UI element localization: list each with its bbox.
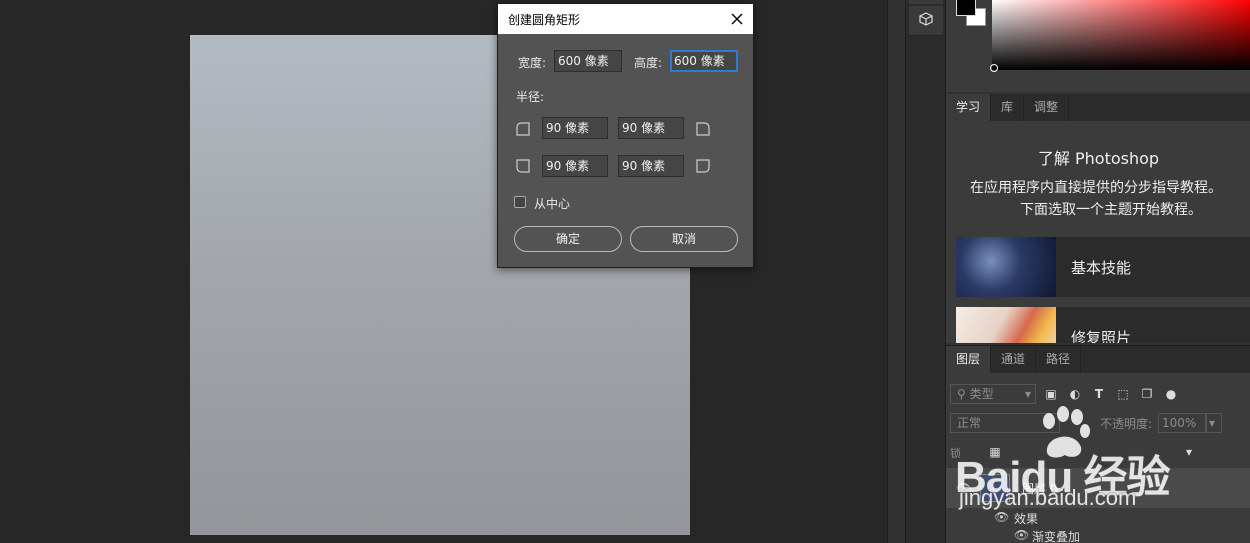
cube-icon <box>919 12 933 29</box>
effects-label: 效果 <box>1014 512 1039 526</box>
top-left-corner-icon <box>516 122 530 136</box>
color-panel <box>946 0 1250 92</box>
3d-panel-button[interactable] <box>909 6 943 36</box>
layer-name[interactable]: 图层 0 <box>1022 480 1057 497</box>
tutorial-card-basic-skills[interactable]: 基本技能 <box>956 237 1250 297</box>
radius-label: 半径: <box>516 90 545 104</box>
color-picker-cursor[interactable] <box>990 64 998 72</box>
smart-object-filter-icon[interactable]: ❐ <box>1138 385 1156 403</box>
close-icon <box>731 13 743 25</box>
foreground-color-swatch[interactable] <box>956 0 976 16</box>
layer-filter-row: ⚲ 类型 ▾ ▣ ◐ T ⬚ ❐ ● <box>950 383 1246 405</box>
ok-button[interactable]: 确定 <box>514 226 622 252</box>
filter-toggle-icon[interactable]: ● <box>1162 385 1180 403</box>
tutorial-card-fix-photo[interactable]: 修复照片 <box>956 307 1250 343</box>
layers-panel-body: ⚲ 类型 ▾ ▣ ◐ T ⬚ ❐ ● 正常 不透明度: 100% ▾ 锁 ▦ ▾… <box>946 373 1250 543</box>
tutorial-label: 修复照片 <box>1071 329 1132 343</box>
from-center-checkbox[interactable] <box>514 196 526 208</box>
layers-panel-tabs: 图层 通道 路径 <box>946 345 1250 373</box>
chevron-down-icon: ▾ <box>1024 387 1031 401</box>
blend-mode-select[interactable]: 正常 <box>950 413 1060 433</box>
tutorial-thumbnail <box>956 307 1056 343</box>
blend-row: 正常 不透明度: 100% ▾ <box>950 413 1246 433</box>
radius-top-right-field[interactable]: 90 像素 <box>618 117 684 139</box>
learn-panel-body: 了解 Photoshop 在应用程序内直接提供的分步指导教程。 下面选取一个主题… <box>946 121 1250 343</box>
dock-separator <box>909 0 943 4</box>
chevron-down-icon: ▾ <box>1209 416 1216 430</box>
learn-description: 在应用程序内直接提供的分步指导教程。 <box>970 180 1222 196</box>
create-rounded-rectangle-dialog: 创建圆角矩形 宽度: 600 像素 高度: 600 像素 半径: 90 像素 9… <box>497 3 754 268</box>
height-field[interactable]: 600 像素 <box>670 50 738 72</box>
layer-row[interactable]: 👁 图层 0 <box>946 468 1250 508</box>
width-label: 宽度: <box>518 56 547 70</box>
height-label: 高度: <box>634 56 663 70</box>
panel-collapse-strip[interactable] <box>887 0 905 543</box>
lock-transparent-icon[interactable]: ▦ <box>986 443 1004 461</box>
bottom-right-corner-icon <box>696 159 710 173</box>
adjustment-layer-filter-icon[interactable]: ◐ <box>1066 385 1084 403</box>
type-layer-filter-icon[interactable]: T <box>1090 385 1108 403</box>
top-right-corner-icon <box>696 122 710 136</box>
from-center-label: 从中心 <box>534 197 571 211</box>
fill-lock-icon[interactable]: ▾ <box>1180 443 1198 461</box>
tab-channels[interactable]: 通道 <box>991 346 1037 373</box>
layer-filter-kind-select[interactable]: ⚲ 类型 ▾ <box>950 384 1036 404</box>
search-icon: ⚲ <box>957 387 966 401</box>
radius-bottom-left-field[interactable]: 90 像素 <box>542 155 608 177</box>
layer-thumbnail <box>980 474 1010 502</box>
tab-layers[interactable]: 图层 <box>946 346 992 373</box>
opacity-value: 100% <box>1162 416 1197 430</box>
radius-top-left-field[interactable]: 90 像素 <box>542 117 608 139</box>
dialog-title: 创建圆角矩形 <box>508 13 581 27</box>
effects-row[interactable]: 👁 效果 <box>946 508 1250 526</box>
dialog-titlebar[interactable]: 创建圆角矩形 <box>498 4 753 34</box>
eye-icon[interactable]: 👁 <box>956 481 971 495</box>
blend-mode-label: 正常 <box>957 416 982 430</box>
cancel-button[interactable]: 取消 <box>630 226 738 252</box>
opacity-input[interactable]: 100% <box>1158 413 1206 433</box>
filter-kind-label: 类型 <box>969 387 994 401</box>
shape-layer-filter-icon[interactable]: ⬚ <box>1114 385 1132 403</box>
close-button[interactable] <box>727 9 747 29</box>
learn-title: 了解 Photoshop <box>1037 149 1160 168</box>
tutorial-thumbnail <box>956 237 1056 297</box>
tutorial-label: 基本技能 <box>1071 259 1132 277</box>
radius-bottom-right-field[interactable]: 90 像素 <box>618 155 684 177</box>
opacity-label: 不透明度: <box>1100 417 1153 431</box>
width-field[interactable]: 600 像素 <box>554 50 622 72</box>
opacity-dropdown[interactable]: ▾ <box>1206 413 1222 433</box>
lock-label: 锁 <box>950 447 961 460</box>
eye-icon[interactable]: 👁 <box>1014 528 1029 542</box>
tab-libraries[interactable]: 库 <box>991 94 1025 121</box>
learn-panel-tabs: 学习 库 调整 <box>946 94 1250 121</box>
eye-icon[interactable]: 👁 <box>994 510 1009 524</box>
color-picker-field[interactable] <box>992 0 1250 70</box>
tab-learn[interactable]: 学习 <box>946 94 992 121</box>
gradient-overlay-row[interactable]: 👁 渐变叠加 <box>946 526 1250 543</box>
gradient-overlay-label: 渐变叠加 <box>1032 530 1081 543</box>
learn-description: 下面选取一个主题开始教程。 <box>1020 202 1202 218</box>
bottom-left-corner-icon <box>516 159 530 173</box>
lock-row: 锁 ▦ ▾ <box>950 443 1246 463</box>
tab-paths[interactable]: 路径 <box>1036 346 1082 373</box>
right-panels: 学习 库 调整 了解 Photoshop 在应用程序内直接提供的分步指导教程。 … <box>945 0 1250 543</box>
pixel-layer-filter-icon[interactable]: ▣ <box>1042 385 1060 403</box>
tab-adjustments[interactable]: 调整 <box>1024 94 1070 121</box>
panel-dock <box>905 0 945 543</box>
